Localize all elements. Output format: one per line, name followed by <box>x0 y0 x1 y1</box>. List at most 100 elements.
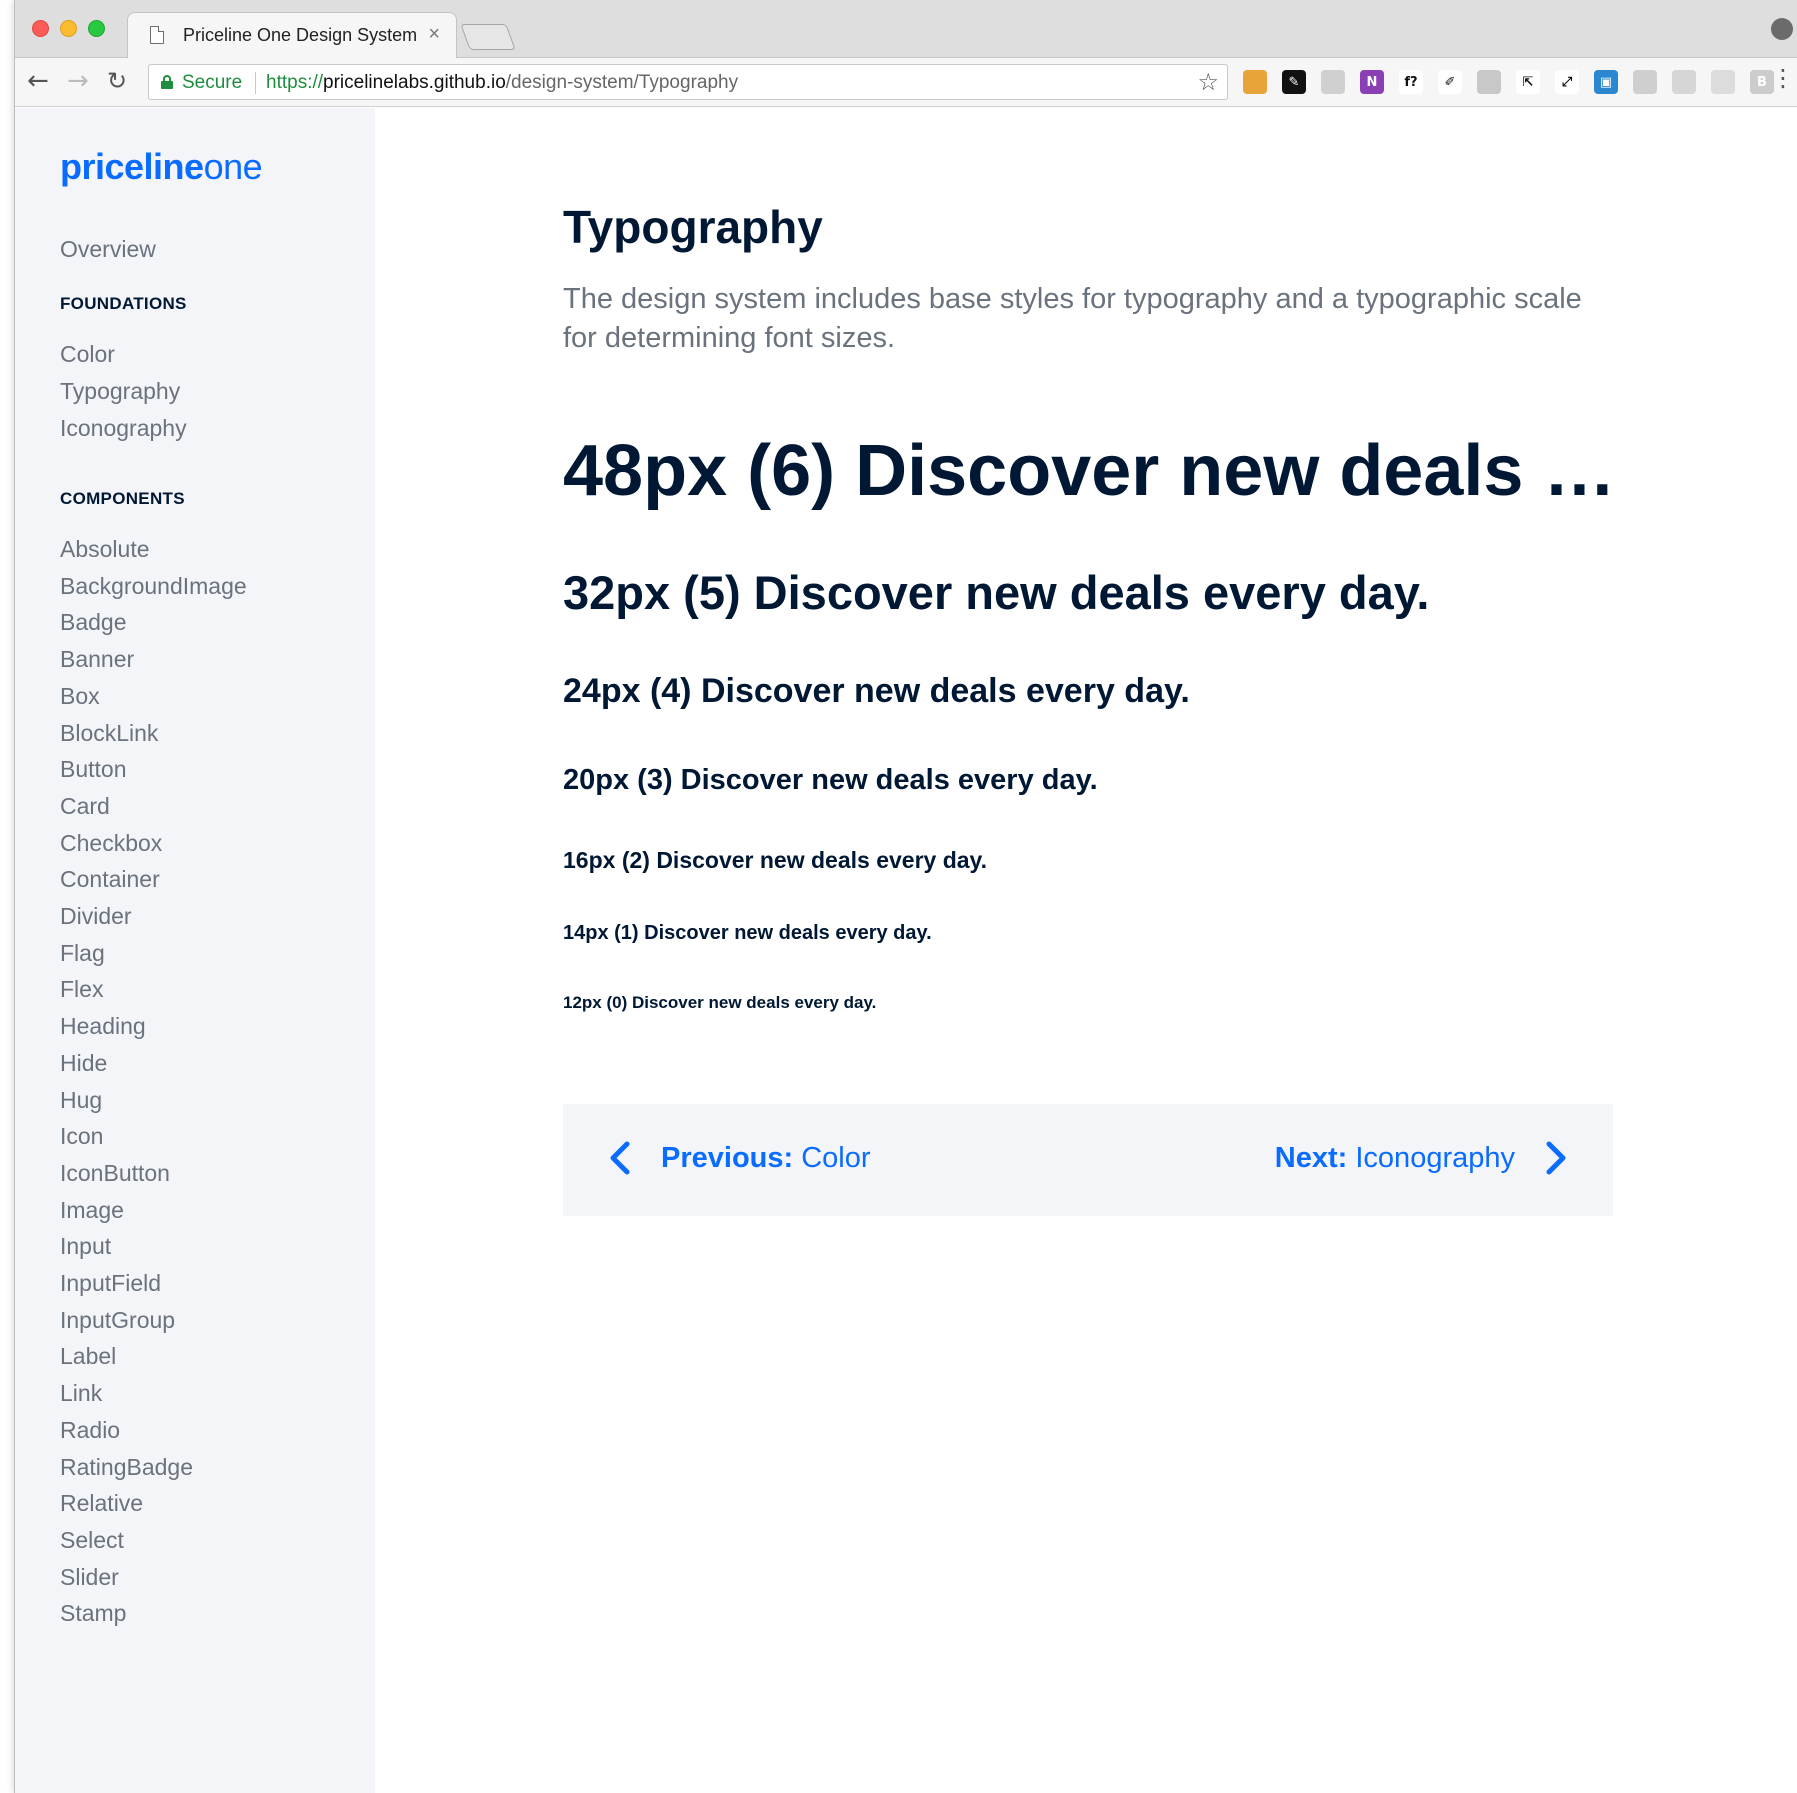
extensions-bar: ✎ Nf? ✐ ⇱ ⤢ ▣ B <box>1243 70 1774 94</box>
close-tab-icon[interactable]: × <box>428 23 440 46</box>
logo[interactable]: pricelineone <box>60 146 263 188</box>
reload-icon[interactable]: ↻ <box>107 67 127 95</box>
new-tab-button[interactable] <box>460 24 516 50</box>
components-heading: COMPONENTS <box>60 489 185 508</box>
sidebar-item-hide[interactable]: Hide <box>60 1050 107 1077</box>
previous-page-link[interactable]: Previous: Color <box>603 1138 871 1178</box>
sidebar-item-flag[interactable]: Flag <box>60 940 105 967</box>
previous-target: Color <box>801 1141 871 1174</box>
page-lead: The design system includes base styles f… <box>563 283 1582 354</box>
next-page-link[interactable]: Next: Iconography <box>1275 1138 1573 1178</box>
page-icon <box>150 26 164 44</box>
url-scheme: https:// <box>266 72 324 93</box>
resize-ext-icon[interactable]: ⤢ <box>1555 70 1579 94</box>
sidebar-item-stamp[interactable]: Stamp <box>60 1600 126 1627</box>
sidebar-item-label[interactable]: Label <box>60 1343 116 1370</box>
previous-label: Previous: <box>661 1141 794 1174</box>
pagination: Previous: Color Next: Iconography <box>563 1104 1613 1216</box>
foundations-heading: FOUNDATIONS <box>60 294 187 313</box>
sidebar-item-link[interactable]: Link <box>60 1380 102 1407</box>
cursor-ext-icon[interactable]: ⇱ <box>1516 70 1540 94</box>
sidebar-item-container[interactable]: Container <box>60 866 160 893</box>
forward-arrow-icon[interactable]: → <box>67 66 89 96</box>
browser-tab-active[interactable]: Priceline One Design System × <box>127 12 457 59</box>
screenshot-ext-icon[interactable]: ▣ <box>1594 70 1618 94</box>
sidebar-item-icon[interactable]: Icon <box>60 1123 103 1150</box>
bookmark-ext-icon[interactable] <box>1243 70 1267 94</box>
menu-dots-icon[interactable]: ⋮ <box>1771 64 1795 92</box>
sidebar-item-badge[interactable]: Badge <box>60 609 127 636</box>
profile-icon[interactable] <box>1771 18 1793 40</box>
type-sample-14: 14px (1) Discover new deals every day. <box>563 922 932 944</box>
url-text[interactable]: https://pricelinelabs.github.io/design-s… <box>266 72 738 94</box>
sidebar-item-ratingbadge[interactable]: RatingBadge <box>60 1454 193 1481</box>
next-page-text: Next: Iconography <box>1275 1142 1515 1175</box>
browser-toolbar: ← → ↻ Secure https://pricelinelabs.githu… <box>15 58 1797 107</box>
font-ext-icon[interactable]: f? <box>1399 70 1423 94</box>
sidebar-item-image[interactable]: Image <box>60 1197 124 1224</box>
grey-ext-icon-3[interactable] <box>1672 70 1696 94</box>
type-sample-24: 24px (4) Discover new deals every day. <box>563 672 1190 710</box>
previous-page-text: Previous: Color <box>661 1142 871 1175</box>
sidebar-item-flex[interactable]: Flex <box>60 976 103 1003</box>
url-host: pricelinelabs.github.io <box>323 72 506 93</box>
url-path: /design-system/Typography <box>505 72 739 93</box>
sidebar-item-relative[interactable]: Relative <box>60 1490 143 1517</box>
sidebar-item-input[interactable]: Input <box>60 1233 111 1260</box>
sidebar-item-blocklink[interactable]: BlockLink <box>60 720 158 747</box>
eyedropper-ext-icon[interactable]: ✐ <box>1438 70 1462 94</box>
secure-label: Secure <box>182 72 243 93</box>
onenote-ext-icon[interactable]: N <box>1360 70 1384 94</box>
next-label: Next: <box>1274 1141 1348 1174</box>
sidebar-item-select[interactable]: Select <box>60 1527 124 1554</box>
type-sample-48: 48px (6) Discover new deals every day. <box>563 431 1623 511</box>
browser-window: Priceline One Design System × ← → ↻ Secu… <box>14 0 1797 1793</box>
sidebar-item-inputgroup[interactable]: InputGroup <box>60 1307 175 1334</box>
sidebar-item-checkbox[interactable]: Checkbox <box>60 830 162 857</box>
sidebar-item-slider[interactable]: Slider <box>60 1564 119 1591</box>
address-bar[interactable]: Secure https://pricelinelabs.github.io/d… <box>148 64 1228 100</box>
back-arrow-icon[interactable]: ← <box>27 66 49 96</box>
sidebar-item-absolute[interactable]: Absolute <box>60 536 150 563</box>
type-sample-12: 12px (0) Discover new deals every day. <box>563 993 877 1012</box>
logo-light: one <box>203 146 263 187</box>
sidebar-item-heading[interactable]: Heading <box>60 1013 146 1040</box>
main-content: Typography The design system includes ba… <box>375 108 1797 1793</box>
sidebar-item-iconography[interactable]: Iconography <box>60 415 187 442</box>
sidebar-item-card[interactable]: Card <box>60 793 110 820</box>
next-target: Iconography <box>1355 1141 1515 1174</box>
logo-bold: priceline <box>60 146 204 187</box>
sidebar-item-divider[interactable]: Divider <box>60 903 132 930</box>
tab-strip: Priceline One Design System × <box>15 0 1797 59</box>
type-sample-20: 20px (3) Discover new deals every day. <box>563 764 1098 796</box>
sidebar-item-button[interactable]: Button <box>60 756 127 783</box>
grey-ext-icon-4[interactable] <box>1711 70 1735 94</box>
lock-icon <box>161 75 173 89</box>
sidebar-item-hug[interactable]: Hug <box>60 1087 102 1114</box>
sidebar-item-radio[interactable]: Radio <box>60 1417 120 1444</box>
sidebar: pricelineone Overview FOUNDATIONS Color T… <box>15 108 375 1793</box>
sidebar-item-backgroundimage[interactable]: BackgroundImage <box>60 573 247 600</box>
pen-ext-icon[interactable]: ✎ <box>1282 70 1306 94</box>
sidebar-item-color[interactable]: Color <box>60 341 115 368</box>
address-separator <box>255 72 256 94</box>
grey-ext-icon-2[interactable] <box>1633 70 1657 94</box>
doc-ext-icon[interactable] <box>1477 70 1501 94</box>
sidebar-item-typography[interactable]: Typography <box>60 378 180 405</box>
tab-title: Priceline One Design System <box>183 25 418 45</box>
sidebar-item-inputfield[interactable]: InputField <box>60 1270 161 1297</box>
sidebar-item-banner[interactable]: Banner <box>60 646 134 673</box>
close-window-button[interactable] <box>32 20 49 37</box>
sidebar-item-box[interactable]: Box <box>60 683 100 710</box>
chevron-right-icon <box>1546 1141 1566 1175</box>
desktop-edge <box>0 0 14 1793</box>
maximize-window-button[interactable] <box>88 20 105 37</box>
sidebar-item-overview[interactable]: Overview <box>60 236 156 263</box>
type-sample-32: 32px (5) Discover new deals every day. <box>563 566 1430 619</box>
minimize-window-button[interactable] <box>60 20 77 37</box>
sidebar-item-iconbutton[interactable]: IconButton <box>60 1160 170 1187</box>
chevron-left-icon <box>610 1141 630 1175</box>
type-sample-16: 16px (2) Discover new deals every day. <box>563 847 988 873</box>
grey-ext-icon[interactable] <box>1321 70 1345 94</box>
bookmark-star-icon[interactable]: ☆ <box>1197 68 1219 96</box>
